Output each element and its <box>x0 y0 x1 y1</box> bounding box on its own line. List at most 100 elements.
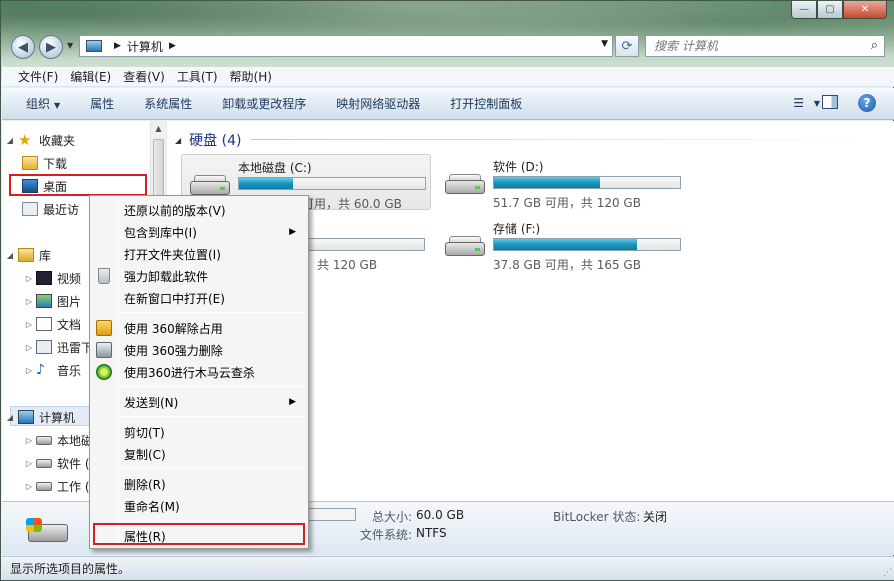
nav-recent[interactable]: 最近访 <box>22 199 79 219</box>
maximize-button[interactable]: ▢ <box>817 1 843 19</box>
scroll-up-icon[interactable]: ▲ <box>151 121 166 137</box>
expand-arrow-icon[interactable]: ▷ <box>22 320 36 329</box>
forward-button[interactable]: ▶ <box>39 35 63 59</box>
trash-can-icon <box>98 268 110 284</box>
nav-videos[interactable]: ▷ 视频 <box>22 268 81 288</box>
menu-send-to[interactable]: 发送到(N) ▶ <box>92 391 306 413</box>
nav-libraries[interactable]: ◢ 库 <box>2 245 51 265</box>
window-controls: — ▢ ✕ <box>791 1 887 19</box>
bitlocker-label: BitLocker 状态: <box>553 510 641 524</box>
nav-music[interactable]: ▷ ♪ 音乐 <box>22 360 81 380</box>
menu-delete[interactable]: 删除(R) <box>92 473 306 495</box>
menu-separator <box>120 386 304 387</box>
collapse-arrow-icon[interactable]: ◢ <box>2 136 18 145</box>
nav-local-disk[interactable]: ▷ 本地磁 <box>22 430 93 450</box>
document-library-icon <box>36 317 52 331</box>
nav-software-drive[interactable]: ▷ 软件 ( <box>22 453 90 473</box>
drives-group-header[interactable]: ◢ 硬盘 (4) <box>175 130 241 150</box>
expand-arrow-icon[interactable]: ▷ <box>22 297 36 306</box>
menu-360-shred[interactable]: 使用 360强力删除 <box>92 339 306 361</box>
address-bar[interactable]: ▶ 计算机 ▶ ▼ <box>79 35 613 57</box>
computer-icon <box>18 410 34 424</box>
system-properties-button[interactable]: 系统属性 <box>144 95 192 112</box>
hard-drive-icon <box>443 234 487 258</box>
drive-tile-f[interactable]: 存储 (F:) 37.8 GB 可用，共 165 GB <box>437 216 687 272</box>
collapse-arrow-icon[interactable]: ◢ <box>2 413 18 422</box>
drive-free-space: 可用，共 60.0 GB <box>302 197 402 211</box>
menu-force-uninstall[interactable]: 强力卸载此软件 <box>92 265 306 287</box>
menu-edit[interactable]: 编辑(E) <box>70 68 111 85</box>
expand-arrow-icon[interactable]: ▷ <box>22 482 36 491</box>
nav-computer[interactable]: ◢ 计算机 <box>2 407 75 427</box>
nav-thunder[interactable]: ▷ 迅雷下 <box>22 337 93 357</box>
minimize-button[interactable]: — <box>791 1 817 19</box>
hard-drive-icon <box>443 172 487 196</box>
resize-grip-icon[interactable]: ⋰ <box>883 568 892 578</box>
drive-free-space: 37.8 GB 可用，共 165 GB <box>493 258 641 272</box>
menu-copy[interactable]: 复制(C) <box>92 443 306 465</box>
collapse-arrow-icon[interactable]: ◢ <box>2 251 18 260</box>
menu-360-scan[interactable]: 使用360进行木马云查杀 <box>92 361 306 383</box>
menu-open-new-window[interactable]: 在新窗口中打开(E) <box>92 287 306 309</box>
menu-include-in-library[interactable]: 包含到库中(I) ▶ <box>92 221 306 243</box>
drive-usage-fill <box>494 239 638 250</box>
search-box[interactable]: ⌕ <box>645 35 885 57</box>
bitlocker-value: 关闭 <box>643 510 668 524</box>
menu-open-file-location[interactable]: 打开文件夹位置(I) <box>92 243 306 265</box>
nav-work-drive[interactable]: ▷ 工作 ( <box>22 476 90 496</box>
unlock-folder-icon <box>96 320 112 336</box>
antivirus-360-icon <box>96 364 112 380</box>
drive-usage-bar <box>493 238 681 251</box>
organize-button[interactable]: 组织 ▼ <box>26 95 60 112</box>
menu-tools[interactable]: 工具(T) <box>177 68 218 85</box>
close-button[interactable]: ✕ <box>843 1 887 19</box>
nav-pictures[interactable]: ▷ 图片 <box>22 291 81 311</box>
expand-arrow-icon[interactable]: ▷ <box>22 436 36 445</box>
command-bar: 组织 ▼ 属性 系统属性 卸载或更改程序 映射网络驱动器 打开控制面板 ☰ ▼ ? <box>2 88 894 120</box>
breadcrumb-chevron-icon[interactable]: ▶ <box>114 41 121 51</box>
drive-tile-d[interactable]: 软件 (D:) 51.7 GB 可用，共 120 GB <box>437 154 687 210</box>
menu-360-unlock[interactable]: 使用 360解除占用 <box>92 317 306 339</box>
address-dropdown-icon[interactable]: ▼ <box>601 39 608 49</box>
expand-arrow-icon[interactable]: ▷ <box>22 343 36 352</box>
back-button[interactable]: ◀ <box>11 35 35 59</box>
search-input[interactable] <box>654 39 854 53</box>
menu-help[interactable]: 帮助(H) <box>230 68 272 85</box>
nav-favorites[interactable]: ◢ ★ 收藏夹 <box>2 130 75 150</box>
refresh-button[interactable]: ⟳ <box>615 35 639 57</box>
help-icon[interactable]: ? <box>858 94 876 112</box>
windows-drive-icon <box>24 518 72 546</box>
breadcrumb-computer[interactable]: 计算机 <box>127 38 163 55</box>
view-options-dropdown-icon[interactable]: ▼ <box>814 99 820 108</box>
expand-arrow-icon[interactable]: ▷ <box>22 459 36 468</box>
uninstall-button[interactable]: 卸载或更改程序 <box>222 95 306 112</box>
file-system-label: 文件系统: <box>360 528 413 542</box>
drive-free-space: ，共 120 GB <box>305 258 378 272</box>
menu-file[interactable]: 文件(F) <box>18 68 58 85</box>
drive-icon <box>36 435 52 445</box>
search-icon[interactable]: ⌕ <box>871 38 878 53</box>
control-panel-button[interactable]: 打开控制面板 <box>450 95 522 112</box>
title-bar <box>1 1 894 67</box>
view-options-icon[interactable]: ☰ <box>793 96 804 110</box>
preview-pane-icon[interactable] <box>822 95 838 109</box>
expand-arrow-icon[interactable]: ▷ <box>22 366 36 375</box>
map-drive-button[interactable]: 映射网络驱动器 <box>336 95 420 112</box>
menu-view[interactable]: 查看(V) <box>123 68 165 85</box>
nav-documents[interactable]: ▷ 文档 <box>22 314 81 334</box>
drive-usage-bar <box>238 177 426 190</box>
thunder-download-icon <box>36 340 52 354</box>
expand-arrow-icon[interactable]: ▷ <box>22 274 36 283</box>
status-text: 显示所选项目的属性。 <box>10 562 131 576</box>
recent-pages-dropdown[interactable]: ▼ <box>67 41 73 50</box>
chevron-down-icon: ▼ <box>54 101 61 110</box>
menu-cut[interactable]: 剪切(T) <box>92 421 306 443</box>
properties-button[interactable]: 属性 <box>90 95 114 112</box>
menu-restore-previous[interactable]: 还原以前的版本(V) <box>92 199 306 221</box>
details-usage-bar <box>302 508 356 521</box>
menu-rename[interactable]: 重命名(M) <box>92 495 306 517</box>
drive-usage-fill <box>239 178 293 189</box>
breadcrumb-chevron-icon[interactable]: ▶ <box>169 41 176 51</box>
nav-downloads[interactable]: 下载 <box>22 153 67 173</box>
collapse-arrow-icon[interactable]: ◢ <box>175 136 181 145</box>
